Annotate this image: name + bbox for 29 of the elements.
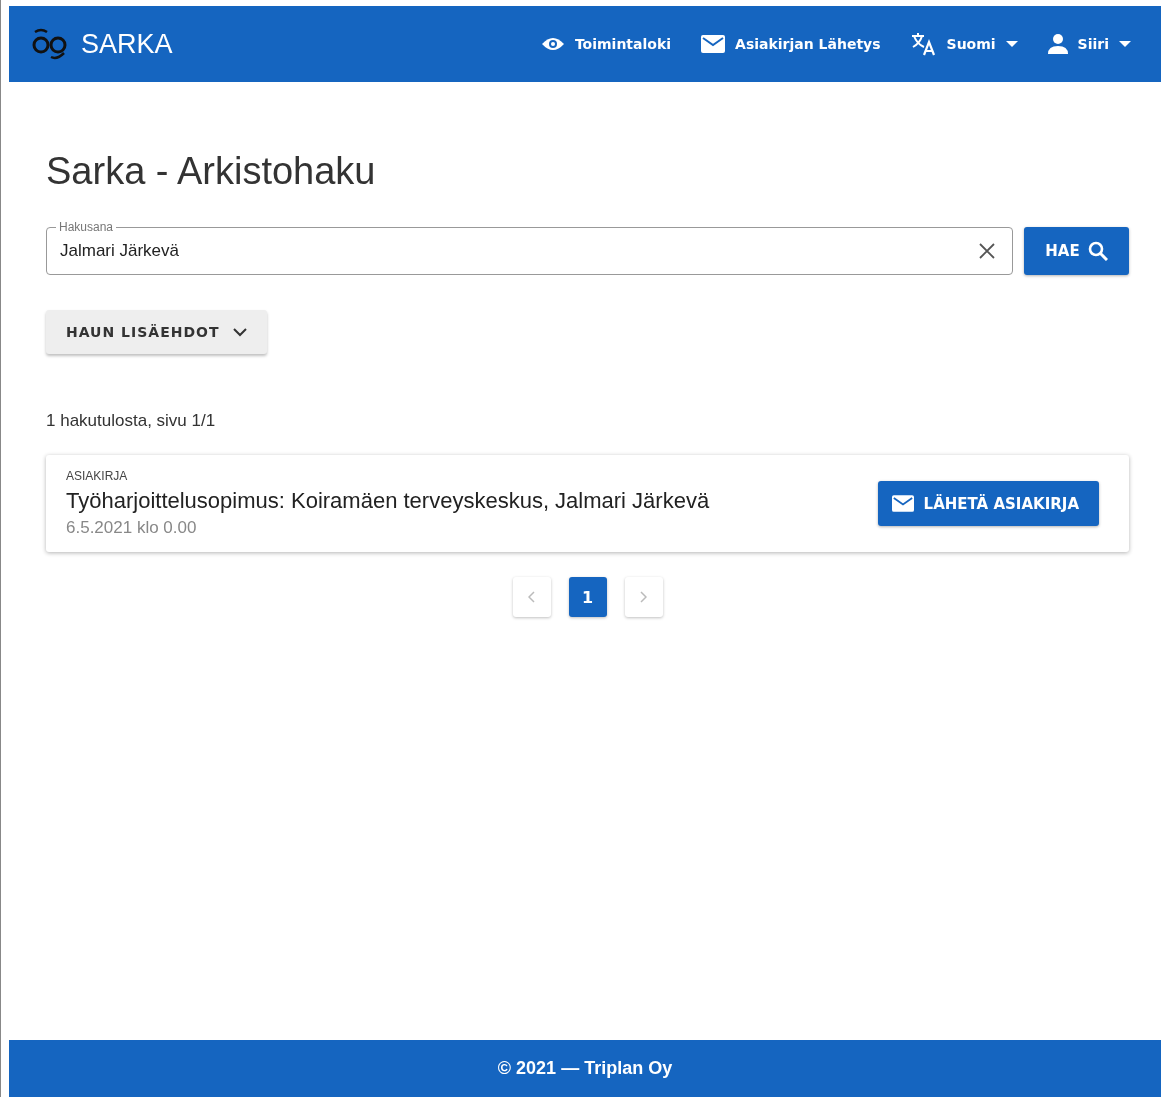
caret-icon bbox=[1119, 41, 1131, 47]
mail-icon bbox=[891, 495, 914, 512]
search-icon bbox=[1087, 241, 1108, 261]
close-icon[interactable] bbox=[979, 243, 995, 259]
chevron-icon bbox=[233, 327, 248, 337]
chevron-icon bbox=[640, 591, 647, 603]
eye-icon bbox=[540, 36, 565, 52]
copyright-text: © 2021 — Triplan Oy bbox=[497, 1058, 673, 1079]
result-count: 1 hakutulosta, sivu 1/1 bbox=[46, 411, 217, 431]
chevron-icon bbox=[528, 591, 535, 603]
mail-icon bbox=[701, 35, 726, 53]
document-type: ASIAKIRJA bbox=[66, 469, 129, 483]
nav-button[interactable]: Asiakirjan Lähetys bbox=[701, 32, 881, 56]
caret-icon bbox=[1005, 41, 1018, 47]
nav-button[interactable]: Suomi bbox=[910, 32, 1018, 56]
page-button[interactable]: 1 bbox=[568, 577, 607, 617]
field-label: Hakusana bbox=[56, 220, 117, 234]
nav-button[interactable]: Siiri bbox=[1047, 32, 1131, 56]
send-button[interactable]: LÄHETÄ ASIAKIRJA bbox=[877, 481, 1099, 526]
logo-icon bbox=[31, 28, 67, 60]
translate-icon bbox=[910, 32, 937, 56]
app-name: SARKA bbox=[81, 28, 173, 60]
nav-button[interactable]: Toimintaloki bbox=[540, 32, 672, 56]
document-title: Työharjoittelusopimus: Koiramäen terveyskeskus, Jalmari Järkevä bbox=[66, 488, 711, 514]
user-icon bbox=[1047, 34, 1068, 54]
filters-button[interactable]: HAUN LISÄEHDOT bbox=[46, 310, 268, 354]
document-date: 6.5.2021 klo 0.00 bbox=[66, 518, 198, 538]
search-button[interactable]: HAE bbox=[1024, 227, 1129, 275]
page-title: Sarka - Arkistohaku bbox=[46, 150, 377, 193]
